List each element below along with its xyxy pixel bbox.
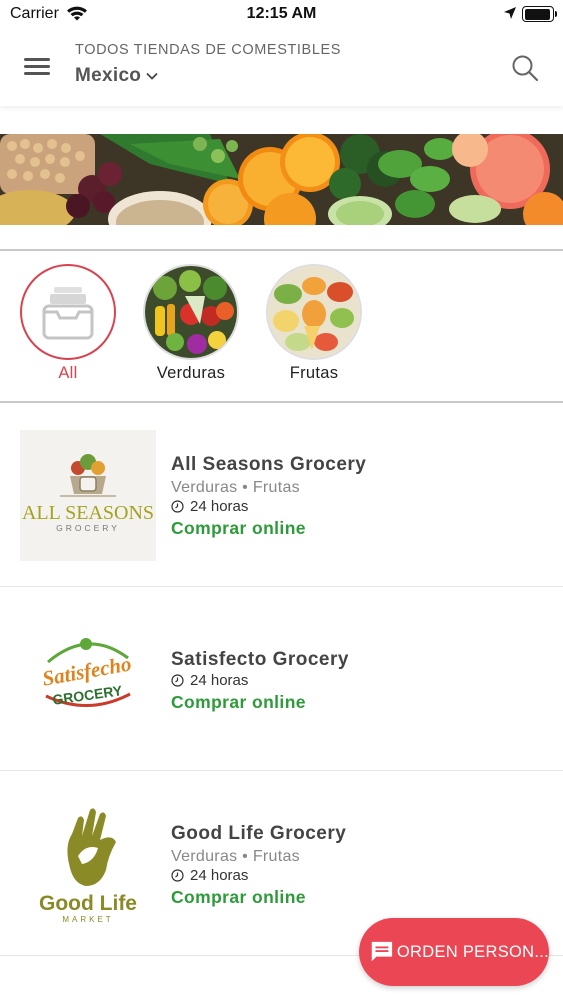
clock: 12:15 AM <box>246 5 317 22</box>
fruits-image <box>266 264 362 360</box>
menu-button[interactable] <box>24 58 50 78</box>
category-label: Verduras <box>156 364 226 382</box>
store-card-satisfecto[interactable]: Satisfecho GROCERY Satisfecto Grocery 24… <box>0 618 563 758</box>
store-hours-label: 24 horas <box>190 867 249 884</box>
store-hours-label: 24 horas <box>190 498 249 515</box>
logo-subtext: MARKET <box>62 915 113 924</box>
divider <box>0 401 563 403</box>
store-hours: 24 horas <box>171 672 248 689</box>
clock-icon <box>171 500 184 513</box>
category-all[interactable]: All <box>20 264 116 383</box>
store-logo: ALL SEASONS GROCERY <box>20 430 156 561</box>
hamburger-icon <box>24 58 50 61</box>
divider <box>0 586 563 587</box>
category-label: Frutas <box>289 364 339 382</box>
clock-icon <box>171 869 184 882</box>
store-name: Satisfecto Grocery <box>171 649 349 670</box>
custom-order-button[interactable]: ORDEN PERSON... <box>359 918 549 986</box>
custom-order-label: ORDEN PERSON... <box>396 942 549 961</box>
location-arrow-icon <box>503 6 517 25</box>
category-verduras[interactable]: Verduras <box>143 264 239 383</box>
divider <box>0 770 563 771</box>
location-selector[interactable]: Mexico <box>75 65 158 87</box>
store-hours: 24 horas <box>171 867 248 884</box>
store-logo: Satisfecho GROCERY <box>20 618 156 749</box>
category-label: All <box>58 364 78 382</box>
battery-icon <box>522 6 557 22</box>
search-button[interactable] <box>511 54 539 82</box>
store-hours-label: 24 horas <box>190 672 249 689</box>
store-name: All Seasons Grocery <box>171 454 367 475</box>
logo-subtext: GROCERY <box>56 523 120 533</box>
logo-text: ALL SEASONS <box>22 502 154 524</box>
status-bar: Carrier 12:15 AM <box>0 0 563 30</box>
vegetables-image <box>143 264 239 360</box>
store-logo: Good Life MARKET <box>20 798 156 929</box>
search-icon <box>512 55 539 82</box>
header-subtitle: TODOS TIENDAS DE COMESTIBLES <box>75 42 342 58</box>
category-all-icon <box>20 264 116 360</box>
store-hours: 24 horas <box>171 498 248 515</box>
clock-icon <box>171 674 184 687</box>
shop-online-link[interactable]: Comprar online <box>171 518 306 539</box>
store-card-all-seasons[interactable]: ALL SEASONS GROCERY All Seasons Grocery … <box>0 430 563 570</box>
shop-online-link[interactable]: Comprar online <box>171 887 306 908</box>
store-tags: Verduras • Frutas <box>171 848 300 865</box>
store-card-good-life[interactable]: Good Life MARKET Good Life Grocery Verdu… <box>0 798 563 938</box>
store-tags: Verduras • Frutas <box>171 479 300 496</box>
produce-banner-image <box>0 134 563 225</box>
logo-text: Good Life <box>39 892 137 915</box>
app-header: TODOS TIENDAS DE COMESTIBLES Mexico <box>0 30 563 106</box>
location-label: Mexico <box>75 65 142 86</box>
category-frutas[interactable]: Frutas <box>266 264 362 383</box>
chevron-down-icon <box>146 72 158 80</box>
store-name: Good Life Grocery <box>171 823 347 844</box>
divider <box>0 249 563 251</box>
chat-bubble-icon <box>371 941 393 962</box>
shop-online-link[interactable]: Comprar online <box>171 692 306 713</box>
